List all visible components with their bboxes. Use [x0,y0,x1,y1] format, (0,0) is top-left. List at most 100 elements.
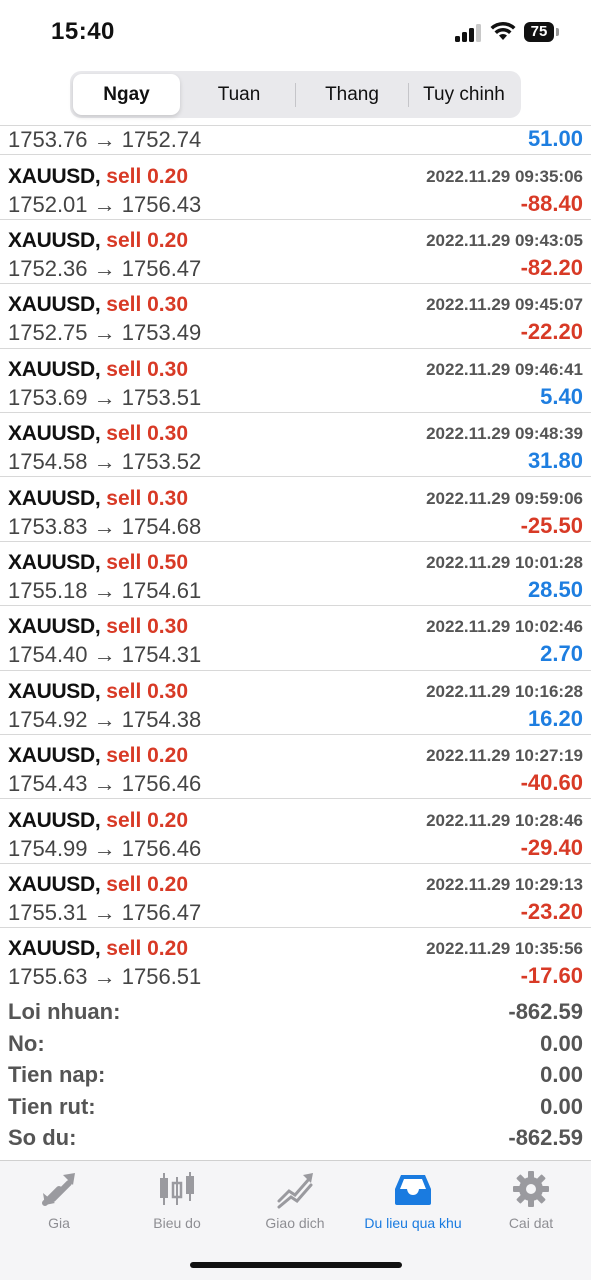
home-indicator[interactable] [190,1262,402,1268]
deal-symbol: XAUUSD, [8,615,101,639]
deal-row[interactable]: XAUUSD, sell 0.30 2022.11.29 09:46:41 1753… [0,349,591,414]
trade-chart-icon [277,1173,313,1209]
deal-row[interactable]: XAUUSD, sell 0.20 2022.11.29 10:27:19 1754… [0,735,591,800]
deal-title: XAUUSD, sell 0.30 [8,615,188,639]
summary-value: 0.00 [540,1062,583,1087]
deal-time: 2022.11.29 10:16:28 [426,681,583,701]
deal-profit: -25.50 [520,512,583,538]
deal-side: sell 0.30 [106,615,188,639]
tab-gia[interactable]: Gia [0,1169,118,1239]
deal-row-partial[interactable]: 1753.76 → 1752.74 51.00 [0,126,591,156]
deal-title: XAUUSD, sell 0.20 [8,229,188,253]
deal-prices: 1754.40 → 1754.31 [8,642,202,668]
summary-label: So du: [8,1125,77,1150]
summary-label: Tien rut: [8,1093,96,1119]
deal-row[interactable]: XAUUSD, sell 0.20 2022.11.29 10:28:46 1754… [0,800,591,864]
deal-title: XAUUSD, sell 0.20 [8,165,188,189]
segment-tuy-chinh[interactable]: Tuy chinh [410,74,518,115]
candlestick-icon [160,1172,194,1205]
deal-profit: 28.50 [527,576,583,602]
segment-ngay[interactable]: Ngay [73,74,180,115]
deal-side: sell 0.20 [106,228,188,252]
deal-profit: -17.60 [520,963,583,989]
deal-row[interactable]: XAUUSD, sell 0.20 2022.11.29 10:29:13 1755… [0,864,591,929]
deal-prices: 1752.75 → 1753.49 [8,320,202,346]
tab-label: Giao dich [265,1215,325,1231]
history-tray-icon [395,1175,431,1205]
deal-symbol: XAUUSD, [8,872,101,896]
deal-profit: -88.40 [520,190,583,216]
deal-row[interactable]: XAUUSD, sell 0.30 2022.11.29 09:48:39 1754… [0,413,591,478]
deal-prices: 1753.76 → 1752.74 [8,127,202,152]
deal-row[interactable]: XAUUSD, sell 0.30 2022.11.29 10:02:46 1754… [0,606,591,671]
segment-tuan[interactable]: Tuan [184,74,294,115]
deal-row[interactable]: XAUUSD, sell 0.20 2022.11.29 09:43:05 1752… [0,220,591,285]
deal-row[interactable]: XAUUSD, sell 0.30 2022.11.29 09:59:06 1753… [0,478,591,542]
summary-value: -862.59 [508,1125,583,1150]
deal-prices: 1754.92 → 1754.38 [8,706,202,732]
tab-giao-dich[interactable]: Giao dich [236,1169,354,1239]
summary-profit: Loi nhuan: -862.59 [0,997,591,1029]
tab-du-lieu-qua-khu[interactable]: Du lieu qua khu [354,1169,472,1239]
deal-prices: 1755.63 → 1756.51 [8,964,202,990]
deal-prices: 1755.31 → 1756.47 [8,899,202,925]
deal-time: 2022.11.29 09:35:06 [426,166,583,186]
deal-side: sell 0.30 [106,422,188,446]
deal-title: XAUUSD, sell 0.30 [8,487,188,511]
wifi-icon [490,21,516,40]
deal-time: 2022.11.29 09:59:06 [426,488,583,508]
deal-row[interactable]: XAUUSD, sell 0.20 2022.11.29 09:35:06 1752… [0,156,591,220]
deal-profit: -22.20 [520,319,583,345]
deal-row[interactable]: XAUUSD, sell 0.30 2022.11.29 09:45:07 1752… [0,284,591,349]
deal-time: 2022.11.29 09:45:07 [426,295,583,315]
deal-profit: 5.40 [540,383,583,409]
status-bar: 15:40 75 [0,0,591,62]
deal-row[interactable]: XAUUSD, sell 0.20 2022.11.29 10:35:56 1755… [0,928,591,990]
tab-label: Bieu do [153,1215,201,1231]
deal-title: XAUUSD, sell 0.50 [8,551,188,575]
deal-symbol: XAUUSD, [8,808,101,832]
deal-profit: -23.20 [520,898,583,924]
deal-symbol: XAUUSD, [8,228,101,252]
summary-value: -862.59 [508,999,583,1024]
deal-side: sell 0.20 [106,872,188,896]
segment-divider [408,83,409,107]
summary-withdrawal: Tien rut: 0.00 [0,1092,591,1124]
tab-label: Cai dat [508,1215,554,1231]
deals-list[interactable]: 1753.76 → 1752.74 51.00 XAUUSD, sell 0.2… [0,126,591,990]
deal-side: sell 0.30 [106,293,188,317]
tab-cai-dat[interactable]: Cai dat [472,1169,590,1239]
deal-side: sell 0.20 [106,164,188,188]
cellular-signal-icon [455,24,483,42]
deal-side: sell 0.30 [106,679,188,703]
deal-time: 2022.11.29 09:46:41 [426,359,583,379]
gear-icon [513,1171,549,1207]
deal-symbol: XAUUSD, [8,486,101,510]
summary-label: Loi nhuan: [8,999,121,1024]
deal-side: sell 0.50 [106,550,188,574]
deal-time: 2022.11.29 10:02:46 [426,617,583,637]
deal-symbol: XAUUSD, [8,937,101,961]
tab-label: Gia [48,1215,70,1231]
deal-side: sell 0.20 [106,744,188,768]
deal-profit: 16.20 [527,705,583,731]
deal-prices: 1754.58 → 1753.52 [8,449,202,475]
battery-tip [556,28,559,36]
deal-title: XAUUSD, sell 0.30 [8,358,188,382]
summary-balance: So du: -862.59 [0,1123,591,1155]
price-arrows-icon [42,1173,75,1206]
deal-symbol: XAUUSD, [8,679,101,703]
battery-icon: 75 [524,22,554,42]
segment-thang[interactable]: Thang [297,74,407,115]
deal-side: sell 0.30 [106,357,188,381]
summary-section: Loi nhuan: -862.59 No: 0.00 Tien nap: 0.… [0,997,591,1155]
deal-row[interactable]: XAUUSD, sell 0.30 2022.11.29 10:16:28 1754… [0,671,591,736]
deal-prices: 1754.99 → 1756.46 [8,835,202,861]
deal-symbol: XAUUSD, [8,293,101,317]
deal-title: XAUUSD, sell 0.30 [8,680,188,704]
deal-profit: -82.20 [520,254,583,280]
deal-row[interactable]: XAUUSD, sell 0.50 2022.11.29 10:01:28 1755… [0,542,591,607]
deal-prices: 1754.43 → 1756.46 [8,771,202,797]
status-time: 15:40 [51,18,115,45]
tab-bieu-do[interactable]: Bieu do [118,1169,236,1239]
